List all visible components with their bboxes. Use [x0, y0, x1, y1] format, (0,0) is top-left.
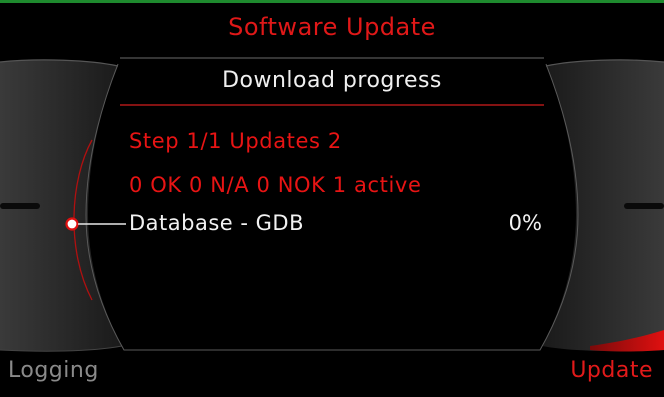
- download-progress-heading: Download progress: [222, 68, 442, 93]
- right-side-notch: [624, 203, 664, 209]
- radio-selector-icon: [65, 217, 79, 231]
- update-item-progress: 0%: [508, 211, 542, 235]
- software-update-screen: Software Update Download progress Step 1…: [0, 0, 664, 397]
- screen-title: Software Update: [228, 13, 436, 41]
- center-frame-outline: [85, 57, 579, 351]
- update-softkey[interactable]: Update: [570, 358, 653, 383]
- logging-softkey[interactable]: Logging: [8, 358, 99, 383]
- update-item-name: Database - GDB: [129, 211, 304, 235]
- left-side-notch: [0, 203, 40, 209]
- step-status-text: Step 1/1 Updates 2: [129, 129, 342, 153]
- bezel-frame: [0, 57, 664, 352]
- result-summary-text: 0 OK 0 N/A 0 NOK 1 active: [129, 173, 422, 197]
